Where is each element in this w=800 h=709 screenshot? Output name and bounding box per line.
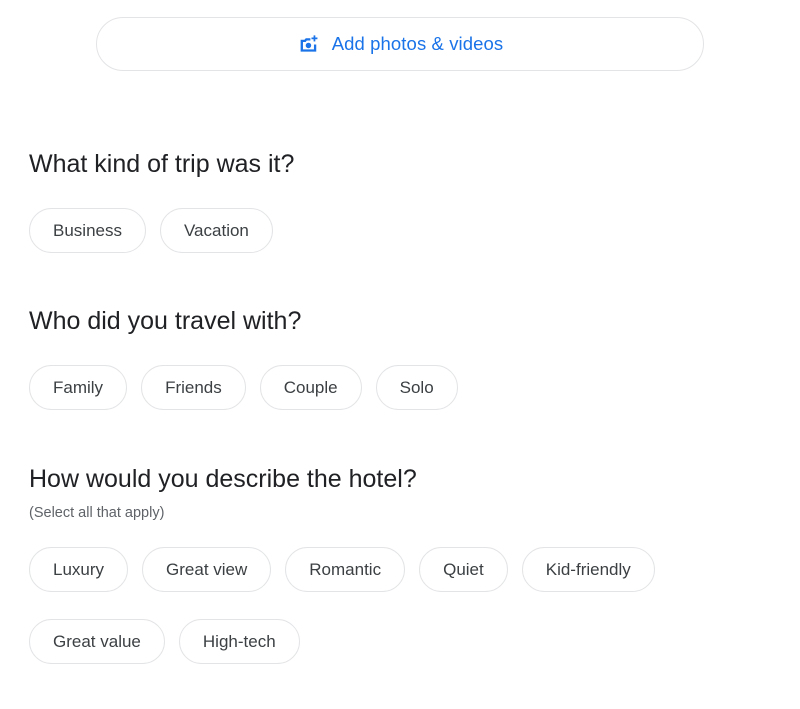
chip-luxury[interactable]: Luxury (29, 547, 129, 592)
chip-great-value[interactable]: Great value (29, 619, 165, 664)
chip-row: Family Friends Couple Solo (29, 365, 458, 410)
section-travel-with-chips: Family Friends Couple Solo (29, 365, 458, 410)
chip-kid-friendly[interactable]: Kid-friendly (521, 547, 655, 592)
chip-quiet[interactable]: Quiet (419, 547, 508, 592)
section-describe-hotel-subtitle: (Select all that apply) (29, 505, 165, 521)
chip-row: Business Vacation (29, 208, 294, 253)
chip-solo[interactable]: Solo (375, 365, 458, 410)
section-trip-type: What kind of trip was it? Business Vacat… (29, 149, 294, 253)
section-describe-hotel-chips: Luxury Great view Romantic Quiet Kid-fri… (29, 547, 655, 664)
section-describe-hotel-title: How would you describe the hotel? (29, 465, 417, 493)
review-form-page: Add photos & videos What kind of trip wa… (0, 0, 800, 709)
section-trip-type-chips: Business Vacation (29, 208, 294, 253)
chip-romantic[interactable]: Romantic (285, 547, 406, 592)
chip-high-tech[interactable]: High-tech (178, 619, 300, 664)
chip-row: Great value High-tech (29, 619, 655, 664)
add-photo-camera-icon (297, 32, 321, 56)
chip-great-view[interactable]: Great view (142, 547, 272, 592)
chip-family[interactable]: Family (29, 365, 128, 410)
chip-business[interactable]: Business (29, 208, 146, 253)
section-travel-with-title: Who did you travel with? (29, 307, 302, 335)
section-travel-with: Who did you travel with? Family Friends … (29, 306, 458, 410)
chip-row: Luxury Great view Romantic Quiet Kid-fri… (29, 547, 655, 592)
add-photos-videos-label: Add photos & videos (331, 32, 504, 54)
chip-friends[interactable]: Friends (141, 365, 246, 410)
add-photos-videos-button[interactable]: Add photos & videos (96, 17, 704, 71)
add-media-row: Add photos & videos (0, 17, 800, 71)
chip-couple[interactable]: Couple (259, 365, 362, 410)
section-describe-hotel: How would you describe the hotel? (Selec… (29, 464, 655, 664)
chip-vacation[interactable]: Vacation (159, 208, 273, 253)
section-trip-type-title: What kind of trip was it? (29, 150, 295, 178)
